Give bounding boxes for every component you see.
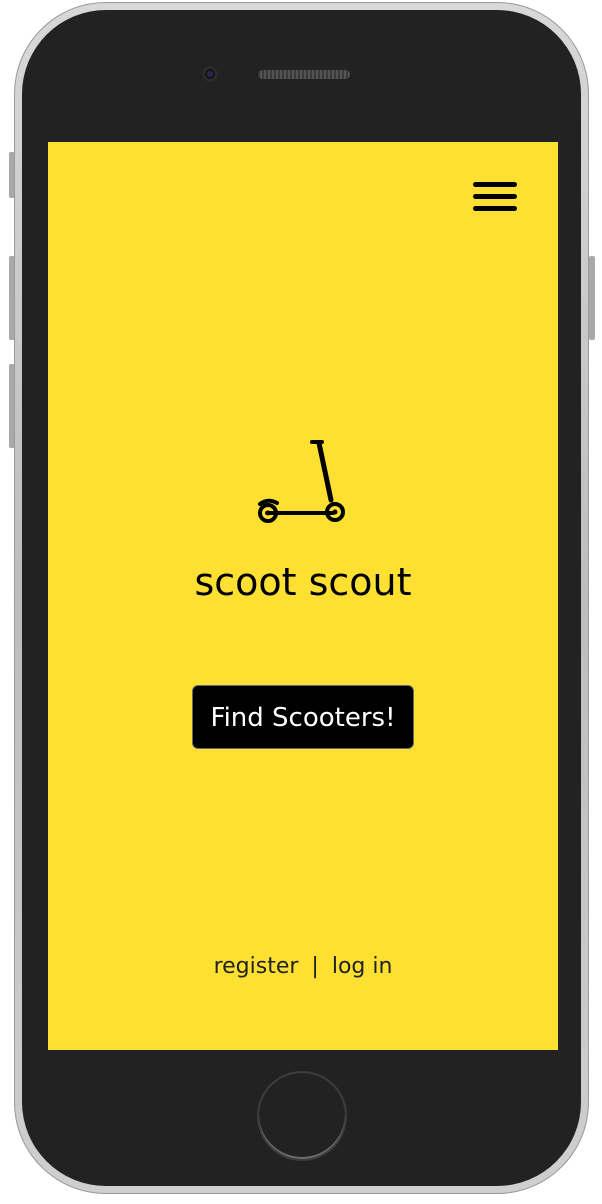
menu-bar [473,194,517,199]
kick-scooter-icon [258,440,345,523]
menu-bar [473,182,517,187]
power-button [589,256,595,340]
app-title: scoot scout [194,560,412,604]
register-link[interactable]: register [214,954,299,979]
auth-links: register | log in [48,954,558,979]
find-scooters-button[interactable]: Find Scooters! [192,685,414,749]
hamburger-menu-icon[interactable] [469,179,519,219]
login-link[interactable]: log in [332,954,393,979]
link-separator: | [311,954,319,979]
earpiece-speaker [258,70,350,79]
front-camera [202,66,218,82]
app-screen: scoot scout Find Scooters! register | log … [48,142,558,1050]
home-button [259,1073,345,1159]
menu-bar [473,206,517,211]
